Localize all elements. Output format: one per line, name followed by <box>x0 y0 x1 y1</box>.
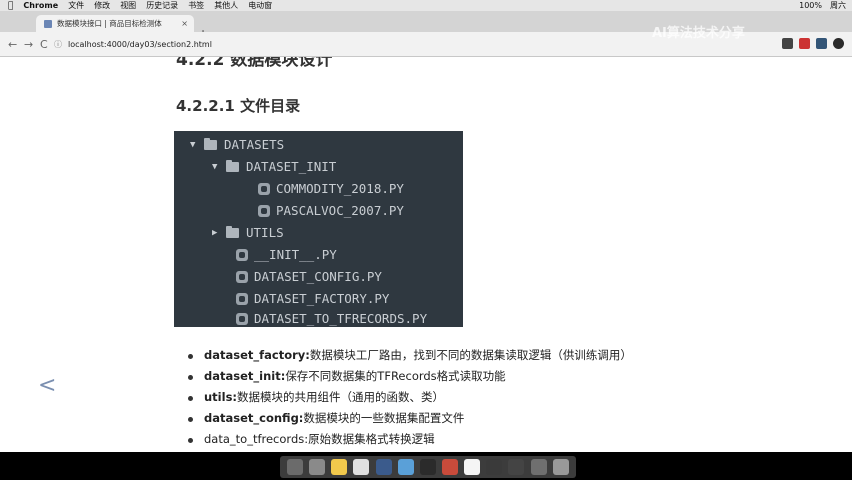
tree-node-label: PASCALVOC_2007.PY <box>276 203 404 218</box>
menu-item-file[interactable]: 文件 <box>68 0 84 11</box>
back-button[interactable]: ← <box>8 38 17 51</box>
folder-icon <box>204 137 217 150</box>
python-file-icon <box>236 292 248 305</box>
tree-node: ▶ UTILS <box>212 225 284 240</box>
page-content: 4.2.2 数据模块设计 4.2.2.1 文件目录 ▼ DATASETS ▼ D… <box>0 57 852 452</box>
folder-icon <box>226 225 239 238</box>
menu-item-edit[interactable]: 修改 <box>94 0 110 11</box>
menubar-day: 周六 <box>830 1 846 10</box>
extension-icon[interactable] <box>782 38 793 49</box>
apple-icon[interactable]:  <box>8 1 13 11</box>
python-file-icon <box>236 248 248 261</box>
python-file-icon <box>258 204 270 217</box>
extension-icons <box>782 38 844 49</box>
menu-item-people[interactable]: 其他人 <box>214 0 238 11</box>
python-file-icon <box>236 270 248 283</box>
dock-app-icon[interactable] <box>442 459 459 475</box>
tree-node-label: DATASET_INIT <box>246 159 337 174</box>
list-item-text: 原始数据集格式转换逻辑 <box>308 432 435 446</box>
menu-item-view[interactable]: 视图 <box>120 0 136 11</box>
reload-button[interactable]: C <box>40 38 48 51</box>
list-item-key: dataset_factory: <box>204 348 310 362</box>
menu-app-name[interactable]: Chrome <box>23 1 58 10</box>
close-tab-icon[interactable]: × <box>181 19 188 28</box>
tree-node: ▼ DATASETS <box>190 137 284 152</box>
tree-node-label: __INIT__.PY <box>254 247 337 262</box>
address-bar[interactable]: ⓘ localhost:4000/day03/section2.html <box>54 36 654 52</box>
list-item-text: 数据模块的共用组件（通用的函数、类） <box>237 390 445 404</box>
expand-arrow-icon: ▼ <box>212 161 218 172</box>
list-item-key: utils: <box>204 390 238 404</box>
file-tree-image: ▼ DATASETS ▼ DATASET_INIT COMMODITY_2018… <box>174 131 463 327</box>
collapsed-arrow-icon: ▶ <box>212 227 218 238</box>
menu-item-history[interactable]: 历史记录 <box>146 0 178 11</box>
tree-node-label: COMMODITY_2018.PY <box>276 181 404 196</box>
list-item: dataset_factory:数据模块工厂路由，找到不同的数据集读取逻辑（供训… <box>188 345 632 366</box>
list-item-text: 数据模块的一些数据集配置文件 <box>303 411 465 425</box>
dock-app-icon[interactable] <box>331 459 348 475</box>
profile-icon[interactable] <box>833 38 844 49</box>
python-file-icon <box>258 182 270 195</box>
dock-app-icon[interactable] <box>397 459 414 475</box>
menu-item-window[interactable]: 电动窗 <box>248 0 272 11</box>
list-item: dataset_config:数据模块的一些数据集配置文件 <box>188 408 632 429</box>
dock-app-icon[interactable] <box>508 459 525 475</box>
folder-icon <box>226 159 239 172</box>
system-menubar:  Chrome 文件 修改 视图 历史记录 书签 其他人 电动窗 100% 周… <box>0 0 852 11</box>
menubar-status: 100% 周六 <box>799 0 846 11</box>
tab-title: 数据模块接口 | 商品目标检测体 <box>57 19 162 28</box>
info-icon[interactable]: ⓘ <box>54 39 62 50</box>
tree-node-label: DATASETS <box>224 137 285 152</box>
forward-button[interactable]: → <box>24 38 33 51</box>
list-item: utils:数据模块的共用组件（通用的函数、类） <box>188 387 632 408</box>
menu-item-bookmarks[interactable]: 书签 <box>188 0 204 11</box>
list-item-text: 数据模块工厂路由，找到不同的数据集读取逻辑（供训练调用） <box>309 348 632 362</box>
dock-app-icon[interactable] <box>552 459 569 475</box>
tree-node: COMMODITY_2018.PY <box>258 181 404 196</box>
tree-node: PASCALVOC_2007.PY <box>258 203 404 218</box>
extension-icon[interactable] <box>799 38 810 49</box>
python-file-icon <box>236 312 248 325</box>
browser-tab-active[interactable]: 数据模块接口 | 商品目标检测体 × <box>36 15 194 32</box>
dock-app-icon[interactable] <box>375 459 392 475</box>
dock-app-icon[interactable] <box>486 459 503 475</box>
list-item: dataset_init:保存不同数据集的TFRecords格式读取功能 <box>188 366 632 387</box>
list-item-key: dataset_init: <box>204 369 286 383</box>
tree-node-label: UTILS <box>246 225 284 240</box>
battery-percent: 100% <box>799 1 822 10</box>
extension-icon[interactable] <box>816 38 827 49</box>
tree-node: DATASET_FACTORY.PY <box>236 291 389 306</box>
tree-node: __INIT__.PY <box>236 247 337 262</box>
subsection-heading: 4.2.2.1 文件目录 <box>176 97 301 115</box>
list-item-key: dataset_config: <box>204 411 304 425</box>
expand-arrow-icon: ▼ <box>190 139 196 150</box>
tree-node-label: DATASET_FACTORY.PY <box>254 291 390 306</box>
tree-node-label: DATASET_TO_TFRECORDS.PY <box>254 311 428 326</box>
tree-node-label: DATASET_CONFIG.PY <box>254 269 382 284</box>
video-watermark: AI算法技术分享 <box>652 26 745 41</box>
dock-app-icon[interactable] <box>419 459 436 475</box>
list-item-key: data_to_tfrecords: <box>204 432 309 446</box>
section-heading: 4.2.2 数据模块设计 <box>176 57 333 70</box>
tree-node: ▼ DATASET_INIT <box>212 159 336 174</box>
dock-app-icon[interactable] <box>309 459 326 475</box>
dock-app-icon[interactable] <box>464 459 481 475</box>
previous-slide-arrow[interactable]: < <box>38 373 56 398</box>
favicon-icon <box>44 19 52 28</box>
tree-node: DATASET_CONFIG.PY <box>236 269 382 284</box>
tree-node: DATASET_TO_TFRECORDS.PY <box>236 311 427 326</box>
dock <box>280 456 576 478</box>
dock-app-icon[interactable] <box>353 459 370 475</box>
list-item: data_to_tfrecords:原始数据集格式转换逻辑 <box>188 429 632 450</box>
module-description-list: dataset_factory:数据模块工厂路由，找到不同的数据集读取逻辑（供训… <box>188 345 632 450</box>
list-item-text: 保存不同数据集的TFRecords格式读取功能 <box>285 369 506 383</box>
address-text: localhost:4000/day03/section2.html <box>68 39 212 49</box>
dock-app-icon[interactable] <box>287 459 304 475</box>
dock-app-icon[interactable] <box>530 459 547 475</box>
